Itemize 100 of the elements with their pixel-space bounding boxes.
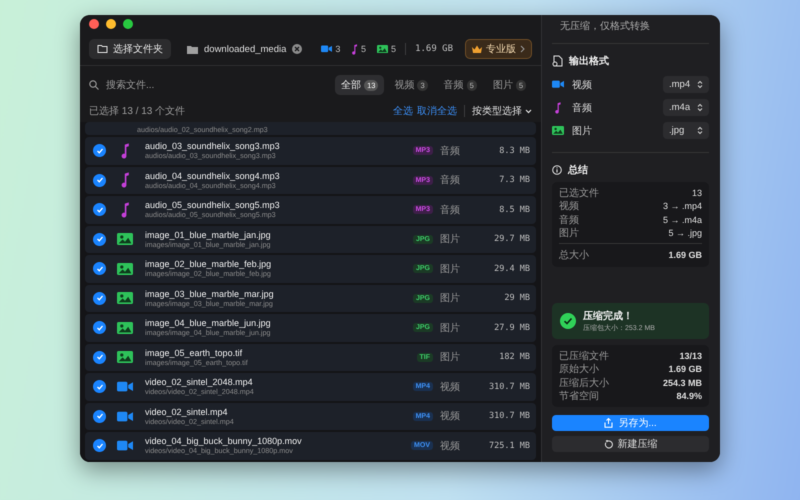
checkmark-icon [96,264,104,273]
checkbox[interactable] [93,321,106,334]
summary-label: 图片 [559,226,579,240]
checkmark-icon [96,412,104,420]
file-type: 图片 [440,322,461,335]
minimize-window-button[interactable] [106,19,116,29]
image-icon [117,233,133,246]
video-camera-icon [552,80,564,89]
file-size: 29.4 MB [493,264,530,274]
image-icon [117,351,133,364]
save-as-button[interactable]: 另存为... [552,415,709,431]
pro-version-button[interactable]: 专业版 [465,39,532,59]
file-size: 29.7 MB [493,234,530,244]
stat-value: 254.3 MB [662,378,702,388]
up-down-chevron-icon [697,126,703,135]
close-window-button[interactable] [89,19,99,29]
deselect-all-link[interactable]: 取消全选 [417,104,457,118]
summary-value: 5 → .m4a [662,214,702,225]
selection-status: 已选择 13 / 13 个文件 [89,104,186,118]
image-icon [117,292,133,304]
file-size: 310.7 MB [488,382,530,392]
image-icon [377,44,388,54]
file-count: 3 [335,44,340,54]
format-dropdown[interactable]: .m4a [663,99,709,116]
file-type: 图片 [440,292,461,306]
document-icon [552,55,563,67]
choose-folder-button[interactable]: 选择文件夹 [89,39,171,59]
checkbox[interactable] [93,380,106,394]
music-note-icon [120,172,130,188]
file-type: 音频 [440,204,461,217]
file-size: 182 MB [498,352,530,362]
checkmark-icon [96,353,104,362]
success-title: 压缩完成！ [583,309,634,323]
checkbox[interactable] [93,232,106,246]
file-type: 视频 [440,410,461,424]
music-note-icon [554,102,562,114]
checkbox[interactable] [93,203,106,216]
section-title: 总结 [568,164,588,177]
summary-value: 5 → .jpg [668,228,702,238]
summary-value: 1.69 GB [668,250,702,260]
up-down-chevron-icon [697,80,703,89]
file-type: 音频 [440,174,461,188]
stat-value: 13/13 [679,350,702,361]
checkmark-icon [96,176,104,184]
checkbox[interactable] [93,174,106,187]
checkmark-icon [96,382,104,391]
checkbox[interactable] [93,292,106,305]
checkmark-icon [96,294,104,302]
file-name: video_02_sintel_2048.mp4 [145,377,254,388]
checkmark-icon [96,324,104,332]
new-compression-button[interactable]: 新建压缩 [552,436,709,452]
image-icon [117,262,133,275]
checkmark-icon [96,146,104,155]
checkmark-icon [96,442,104,450]
up-down-chevron-icon [697,103,703,112]
chevron-down-icon [525,108,532,114]
format-dropdown[interactable]: .mp4 [663,76,709,93]
stat-label: 节省空间 [559,390,599,404]
search-icon [89,80,99,90]
stat-value: 84.9% [676,391,702,402]
chevron-right-icon [520,45,525,53]
stat-label: 压缩后大小 [559,376,609,390]
file-name: video_02_sintel.mp4 [145,406,229,417]
checkbox[interactable] [93,350,106,364]
check-circle-icon [560,313,576,329]
file-type: 音频 [440,144,461,158]
checkbox[interactable] [93,144,106,158]
file-size: 725.1 MB [488,440,530,451]
format-dropdown[interactable]: .jpg [663,122,709,139]
mode-description: 无压缩，仅格式转换 [559,20,651,33]
format-label: 视频 [572,78,593,92]
search-input[interactable]: 搜索文件... [104,78,258,92]
file-name: image_02_blue_marble_feb.jpg [145,259,272,270]
summary-label: 总大小 [559,248,589,262]
checkbox[interactable] [93,439,106,452]
video-camera-icon [321,45,332,53]
checkbox[interactable] [93,410,106,423]
file-type: 视频 [440,440,461,453]
file-type: 视频 [440,380,461,394]
select-all-link[interactable]: 全选 [393,104,413,118]
file-name: audio_05_soundhelix_song5.mp3 [145,200,281,210]
checkmark-icon [96,206,104,214]
folder-icon [187,44,198,54]
file-name: audio_03_soundhelix_song3.mp3 [145,141,281,152]
select-by-type-dropdown[interactable]: 按类型选择 [472,104,532,118]
file-name: image_05_earth_topo.tif [145,348,244,358]
video-camera-icon [117,381,133,392]
summary-value: 13 [692,188,702,198]
clear-icon[interactable] [292,44,302,54]
file-name: image_04_blue_marble_jun.jpg [145,318,272,328]
file-count: 5 [361,44,366,54]
file-size: 27.9 MB [493,322,530,333]
summary-value: 3 → .mp4 [662,201,702,212]
file-type: 图片 [440,350,461,364]
zoom-window-button[interactable] [123,19,133,29]
checkbox[interactable] [93,262,106,276]
section-title: 输出格式 [569,54,609,68]
image-icon [117,322,133,334]
search-field[interactable]: 搜索文件... [89,78,336,92]
summary-label: 视频 [559,200,579,214]
